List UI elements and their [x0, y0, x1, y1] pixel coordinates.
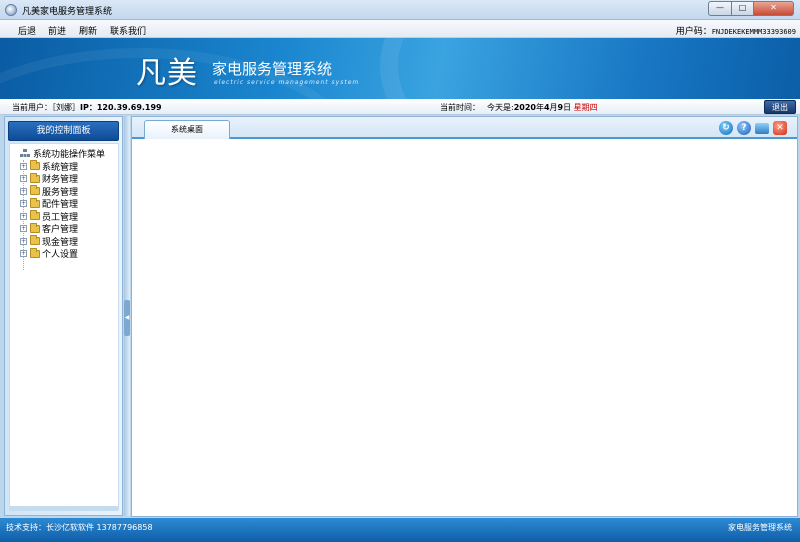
date-year-suffix: 年 — [535, 103, 544, 112]
tree-item-cash[interactable]: + 现金管理 — [20, 235, 79, 248]
footer-bar: 技术支持：长沙亿软软件 13787796858 家电服务管理系统 — [0, 518, 800, 542]
app-icon — [5, 4, 17, 16]
tree-item-customer[interactable]: + 客户管理 — [20, 222, 79, 235]
tab-system-desktop[interactable]: 系统桌面 — [144, 120, 230, 139]
date-day-suffix: 日 — [563, 103, 572, 112]
footer-system-name: 家电服务管理系统 — [728, 523, 792, 532]
tab-tools: ↻ ? ✕ — [719, 121, 787, 135]
panel-scrollbar[interactable] — [9, 506, 119, 511]
ip-label: IP： — [80, 103, 97, 112]
expand-icon[interactable]: + — [20, 237, 27, 245]
header-banner: 凡美 家电服务管理系统 electric service management … — [0, 38, 800, 99]
ip-value: 120.39.69.199 — [96, 103, 162, 112]
close-window-button[interactable]: ✕ — [754, 1, 794, 16]
control-panel-header[interactable]: 我的控制面板 — [8, 121, 119, 141]
tree-item-label: 配件管理 — [42, 200, 79, 210]
control-panel: 我的控制面板 系统功能操作菜单 + 系统管理 + 财务管理 + 服务管理 + 配… — [4, 116, 123, 516]
expand-icon[interactable]: + — [20, 250, 27, 257]
folder-icon — [30, 185, 40, 195]
tree-item-finance[interactable]: + 财务管理 — [20, 172, 79, 185]
menu-contact-us[interactable]: 联系我们 — [110, 24, 146, 37]
logo-system-name: 家电服务管理系统 — [212, 60, 333, 78]
exit-button[interactable]: 退出 — [764, 100, 796, 114]
expand-icon[interactable]: + — [20, 225, 27, 232]
tab-strip: 系统桌面 ↻ ? ✕ — [132, 117, 797, 139]
tree-item-personal[interactable]: + 个人设置 — [20, 247, 79, 260]
window-titlebar: 凡美家电服务管理系统 — □ ✕ — [0, 0, 800, 20]
refresh-icon[interactable]: ↻ — [719, 121, 733, 135]
menu-tree: 系统功能操作菜单 + 系统管理 + 财务管理 + 服务管理 + 配件管理 + 员… — [9, 143, 119, 507]
date-weekday: 星期四 — [573, 103, 598, 112]
user-code: 用户码：FNJDEKEKEMMM33393609 — [676, 24, 796, 37]
menu-refresh[interactable]: 刷新 — [79, 24, 97, 37]
folder-icon — [30, 172, 40, 183]
folder-icon — [30, 197, 40, 208]
current-time-label: 当前时间： — [440, 103, 480, 112]
logo-brand: 凡美 — [136, 56, 198, 91]
expand-icon[interactable]: + — [20, 212, 27, 220]
current-date: 今天是:2020年4月9日 星期四 — [487, 102, 598, 113]
expand-icon[interactable]: + — [20, 200, 27, 207]
window-controls: — □ ✕ — [708, 1, 794, 16]
current-user-label: 当前用户：［刘娜］ — [12, 103, 80, 112]
panel-splitter[interactable]: ◀ — [124, 116, 130, 516]
tree-root-label: 系统功能操作菜单 — [33, 150, 106, 160]
tree-item-system[interactable]: + 系统管理 — [20, 160, 79, 173]
folder-icon — [30, 160, 40, 170]
folder-icon — [30, 210, 40, 220]
help-icon[interactable]: ? — [737, 121, 751, 135]
window-icon[interactable] — [755, 123, 769, 134]
minimize-button[interactable]: — — [708, 1, 732, 16]
tree-item-service[interactable]: + 服务管理 — [20, 185, 79, 198]
collapse-handle-icon[interactable]: ◀ — [124, 300, 130, 336]
user-code-label: 用户码： — [675, 27, 712, 37]
folder-icon — [30, 235, 40, 245]
tree-item-label: 现金管理 — [42, 237, 79, 248]
maximize-button[interactable]: □ — [732, 1, 754, 16]
folder-icon — [30, 222, 40, 233]
sitemap-icon — [20, 149, 30, 158]
tree-item-label: 员工管理 — [42, 212, 79, 223]
close-tab-icon[interactable]: ✕ — [773, 121, 787, 135]
tree-item-label: 个人设置 — [42, 250, 79, 260]
tree-item-staff[interactable]: + 员工管理 — [20, 210, 79, 223]
tree-item-parts[interactable]: + 配件管理 — [20, 197, 79, 210]
main-content: 系统桌面 ↻ ? ✕ — [131, 116, 798, 517]
user-code-value: FNJDEKEKEMMM33393609 — [711, 28, 796, 36]
menu-back[interactable]: 后退 — [18, 24, 36, 37]
logo-english-name: electric service management system — [214, 79, 360, 86]
tree-item-label: 客户管理 — [42, 225, 79, 235]
current-user: 当前用户：［刘娜］IP：120.39.69.199 — [12, 102, 162, 113]
expand-icon[interactable]: + — [20, 175, 27, 182]
expand-icon[interactable]: + — [20, 187, 27, 195]
date-year: 2020 — [513, 103, 536, 112]
tree-item-label: 财务管理 — [42, 175, 79, 185]
folder-icon — [30, 247, 40, 258]
tech-support: 技术支持：长沙亿软软件 13787796858 — [6, 523, 153, 532]
tree-item-label: 系统管理 — [42, 162, 79, 173]
menu-bar: 后退 前进 刷新 联系我们 用户码：FNJDEKEKEMMM33393609 — [0, 20, 800, 38]
window-title: 凡美家电服务管理系统 — [22, 7, 113, 17]
date-prefix: 今天是: — [487, 103, 514, 112]
tree-root[interactable]: 系统功能操作菜单 — [20, 147, 105, 160]
date-month-suffix: 月 — [549, 103, 558, 112]
tree-item-label: 服务管理 — [42, 187, 79, 198]
info-bar: 当前用户：［刘娜］IP：120.39.69.199 当前时间： 今天是:2020… — [0, 99, 800, 115]
menu-forward[interactable]: 前进 — [48, 24, 66, 37]
expand-icon[interactable]: + — [20, 162, 27, 170]
